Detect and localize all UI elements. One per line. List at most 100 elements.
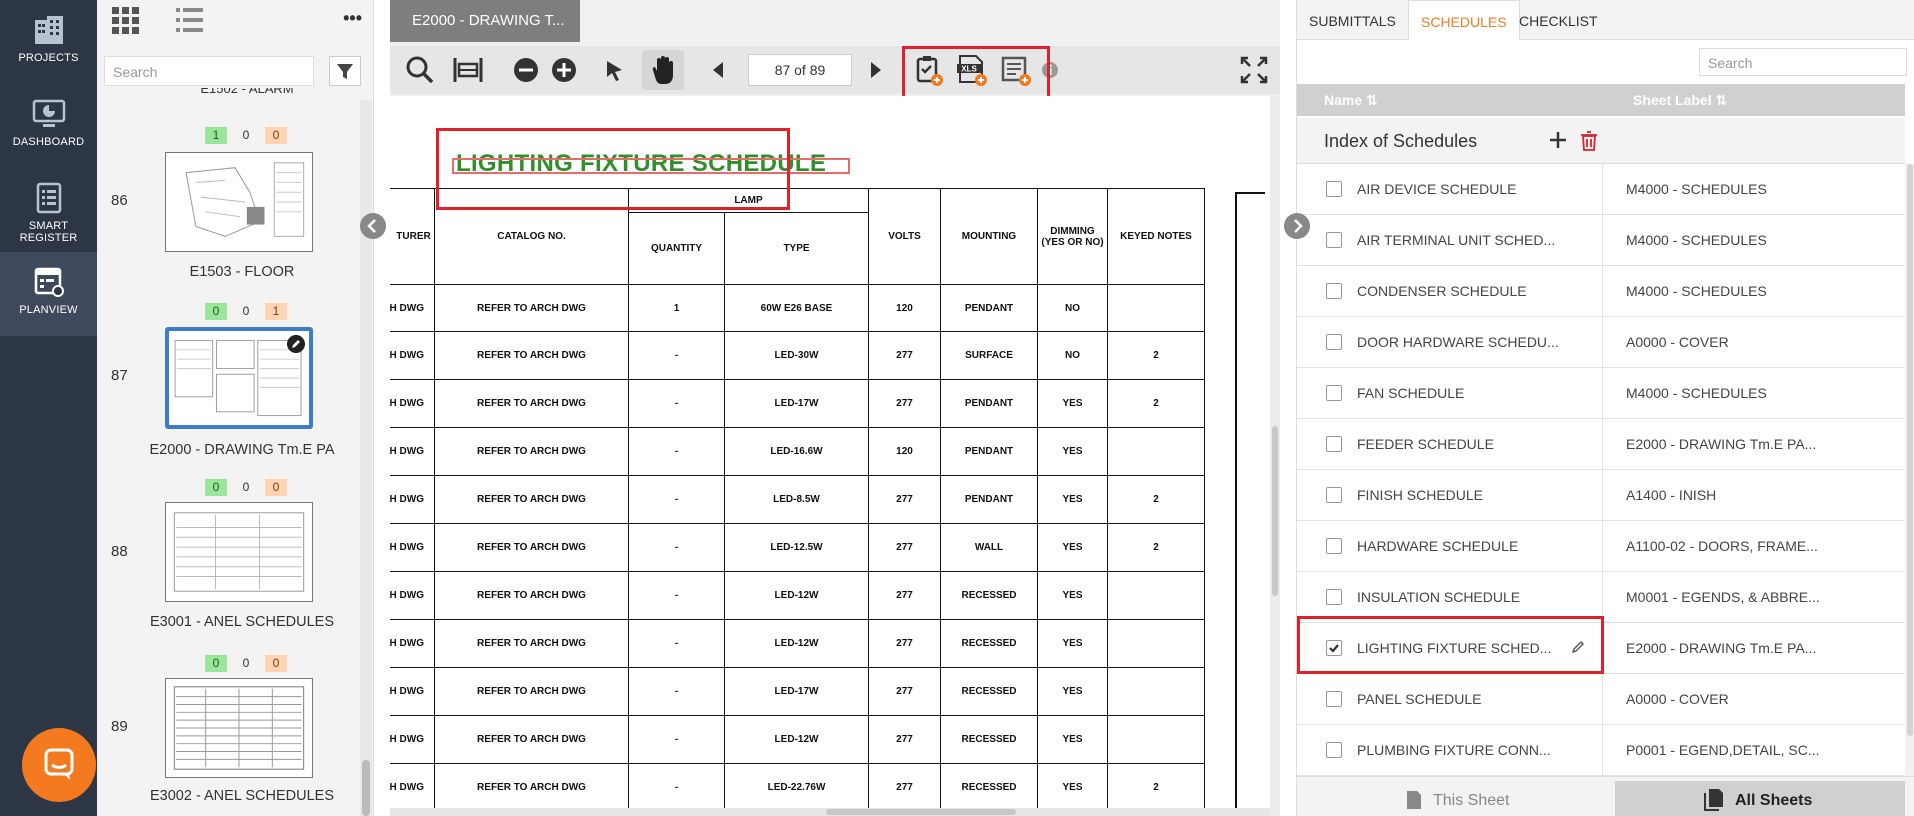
select-pointer-icon[interactable] [596, 52, 632, 88]
add-schedule-button[interactable] [1546, 128, 1570, 152]
document-tab[interactable]: E2000 - DRAWING T... [390, 0, 580, 42]
schedule-list-item[interactable]: FEEDER SCHEDULE E2000 - DRAWING Tm.E PA..… [1297, 419, 1905, 470]
scrollbar-thumb[interactable] [826, 809, 1016, 815]
cell-dimming: YES [1037, 715, 1108, 764]
column-name-label: Name [1324, 92, 1363, 108]
cell-catalog: REFER TO ARCH DWG [434, 475, 629, 524]
schedule-checkbox[interactable] [1326, 691, 1342, 707]
planview-icon [34, 267, 64, 297]
previous-page-icon[interactable] [700, 52, 736, 88]
add-checklist-icon[interactable] [910, 52, 946, 88]
schedule-list-item[interactable]: PANEL SCHEDULE A0000 - COVER [1297, 674, 1905, 725]
all-sheets-button[interactable]: All Sheets [1615, 781, 1905, 816]
cell-mounting: SURFACE [940, 331, 1038, 380]
schedule-title: LIGHTING FIXTURE SCHEDULE [452, 150, 850, 178]
cell-type: LED-17W [724, 667, 869, 716]
tab-submittals[interactable]: SUBMITTALS [1297, 0, 1408, 40]
search-icon[interactable] [402, 52, 438, 88]
schedule-list-item[interactable]: CONDENSER SCHEDULE M4000 - SCHEDULES [1297, 266, 1905, 317]
grid-view-icon[interactable] [109, 4, 143, 36]
schedule-checkbox[interactable] [1326, 589, 1342, 605]
pending-count-badge: 0 [242, 656, 250, 670]
schedule-list-item[interactable]: PLUMBING FIXTURE CONN... P0001 - EGEND,DE… [1297, 725, 1905, 776]
column-divider [1602, 674, 1603, 725]
schedule-checkbox[interactable] [1326, 538, 1342, 554]
edit-sheet-button[interactable] [287, 335, 305, 353]
viewer-vertical-scrollbar[interactable] [1270, 96, 1280, 816]
sheet-scope-toggle: This Sheet All Sheets [1297, 776, 1914, 816]
schedule-sheet-label: E2000 - DRAWING Tm.E PA... [1626, 640, 1817, 656]
schedule-list-item[interactable]: AIR DEVICE SCHEDULE M4000 - SCHEDULES [1297, 164, 1905, 215]
schedule-list-item[interactable]: INSULATION SCHEDULE M0001 - EGENDS, & ABB… [1297, 572, 1905, 623]
scrollbar-thumb[interactable] [1907, 164, 1913, 736]
schedule-search-input[interactable]: Search [1699, 48, 1907, 76]
schedule-checkbox[interactable] [1326, 487, 1342, 503]
cell-manufacturer: RCH DWG [390, 763, 435, 810]
schedule-list-item[interactable]: AIR TERMINAL UNIT SCHED... M4000 - SCHEDU… [1297, 215, 1905, 266]
sheet-title: E2000 - DRAWING Tm.E PA [149, 442, 335, 458]
schedule-list-item[interactable]: LIGHTING FIXTURE SCHED... E2000 - DRAWING… [1297, 623, 1905, 674]
scrollbar-thumb[interactable] [1272, 426, 1278, 596]
page-number-input[interactable]: 87 of 89 [748, 54, 852, 86]
column-divider [1602, 215, 1603, 266]
schedule-checkbox[interactable] [1326, 385, 1342, 401]
schedule-sheet-label: M4000 - SCHEDULES [1626, 385, 1767, 401]
viewer-horizontal-scrollbar[interactable] [390, 808, 1270, 816]
schedule-list-item[interactable]: FAN SCHEDULE M4000 - SCHEDULES [1297, 368, 1905, 419]
sheet-preview-image [165, 502, 313, 602]
scrollbar-thumb[interactable] [362, 760, 370, 816]
column-name-header[interactable]: Name ⇅ [1324, 92, 1378, 109]
cell-mounting: RECESSED [940, 667, 1038, 716]
delete-schedule-button[interactable] [1579, 130, 1599, 152]
schedule-list-scrollbar[interactable] [1905, 164, 1914, 776]
info-icon[interactable] [1032, 52, 1068, 88]
schedule-list-item[interactable]: DOOR HARDWARE SCHEDU... A0000 - COVER [1297, 317, 1905, 368]
nav-item-planview[interactable]: PLANVIEW [0, 252, 97, 336]
export-xls-icon[interactable]: XLS [954, 52, 990, 88]
approved-count-badge: 0 [205, 303, 227, 320]
schedule-checkbox[interactable] [1326, 334, 1342, 350]
panel-schedule-preview [173, 512, 305, 592]
thumbnail-search-input[interactable]: Search [104, 56, 314, 86]
schedule-list-item[interactable]: HARDWARE SCHEDULE A1100-02 - DOORS, FRAME… [1297, 521, 1905, 572]
schedule-checkbox[interactable] [1326, 742, 1342, 758]
zoom-out-icon[interactable] [508, 52, 544, 88]
fullscreen-icon[interactable] [1236, 52, 1272, 88]
this-sheet-button[interactable]: This Sheet [1397, 781, 1597, 816]
next-page-icon[interactable] [858, 52, 894, 88]
pan-tool-button[interactable] [642, 50, 684, 90]
schedule-sheet-label: M4000 - SCHEDULES [1626, 232, 1767, 248]
edit-schedule-button[interactable] [1570, 639, 1586, 655]
nav-item-projects[interactable]: PROJECTS [0, 0, 97, 84]
list-view-icon[interactable] [173, 4, 207, 36]
cell-quantity: - [628, 523, 725, 572]
issue-count-badge: 0 [265, 655, 287, 672]
zoom-in-icon[interactable] [546, 52, 582, 88]
nav-item-smart-register[interactable]: SMART REGISTER [0, 168, 97, 252]
schedule-checkbox[interactable] [1326, 283, 1342, 299]
fit-width-icon[interactable] [450, 52, 486, 88]
schedule-list-item[interactable]: FINISH SCHEDULE A1400 - INISH [1297, 470, 1905, 521]
tab-schedules[interactable]: SCHEDULES [1408, 0, 1520, 40]
drawing-canvas[interactable]: LIGHTING FIXTURE SCHEDULE TURER CATALOG … [390, 96, 1270, 810]
schedule-checkbox[interactable] [1326, 232, 1342, 248]
schedule-checkbox[interactable] [1326, 436, 1342, 452]
schedule-name: AIR TERMINAL UNIT SCHED... [1357, 232, 1556, 248]
collapse-right-panel-button[interactable] [1284, 213, 1310, 239]
nav-item-dashboard[interactable]: DASHBOARD [0, 84, 97, 168]
schedule-checkbox[interactable] [1326, 181, 1342, 197]
filter-button[interactable] [329, 56, 361, 86]
adjacent-sheet-border [1235, 192, 1265, 812]
collapse-thumbnails-button[interactable] [360, 213, 386, 239]
schedule-checkbox[interactable] [1326, 640, 1342, 656]
chat-launcher-button[interactable] [22, 728, 96, 802]
add-schedule-icon[interactable] [998, 52, 1034, 88]
approved-count-badge: 1 [205, 127, 227, 144]
tab-checklist[interactable]: CHECKLIST [1507, 0, 1610, 40]
more-options-icon[interactable]: ••• [343, 8, 362, 29]
cell-dimming: YES [1037, 523, 1108, 572]
thumbnail-scrollbar[interactable] [360, 100, 372, 816]
cell-mounting: RECESSED [940, 619, 1038, 668]
cell-quantity: 1 [628, 284, 725, 332]
column-sheet-header[interactable]: Sheet Label ⇅ [1633, 92, 1727, 109]
